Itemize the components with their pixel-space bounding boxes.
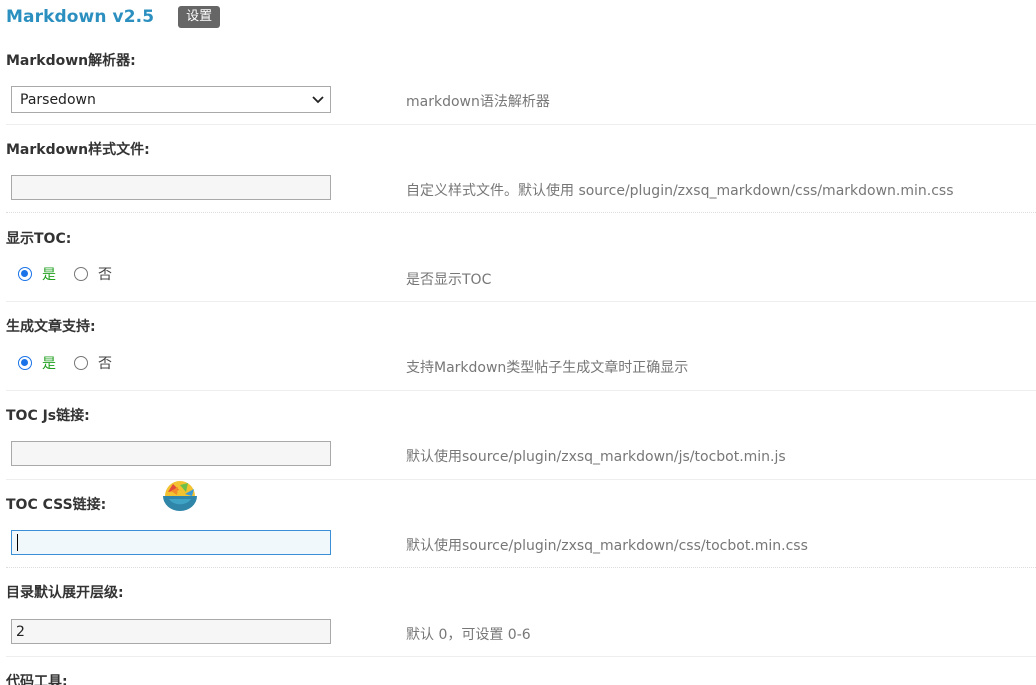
- divider: [6, 212, 1036, 213]
- toc-level-label: 目录默认展开层级:: [6, 585, 124, 601]
- show-toc-label: 显示TOC:: [6, 231, 72, 247]
- article-support-no-radio[interactable]: [74, 356, 88, 370]
- toc-css-help: 默认使用source/plugin/zxsq_markdown/css/tocb…: [406, 538, 808, 554]
- settings-badge[interactable]: 设置: [178, 6, 221, 28]
- text-caret: [17, 534, 18, 551]
- toc-css-input[interactable]: [11, 530, 331, 555]
- article-support-yes-label[interactable]: 是: [42, 353, 56, 373]
- parser-label: Markdown解析器:: [6, 53, 136, 69]
- parser-help: markdown语法解析器: [406, 94, 550, 110]
- page-header: Markdown v2.5 设置: [6, 4, 221, 30]
- toc-level-help: 默认 0，可设置 0-6: [406, 627, 531, 643]
- chevron-down-icon: [306, 87, 330, 112]
- toc-js-help: 默认使用source/plugin/zxsq_markdown/js/tocbo…: [406, 449, 786, 465]
- code-tools-label: 代码工具:: [6, 674, 68, 685]
- divider: [6, 390, 1036, 391]
- toc-level-value: 2: [16, 623, 25, 640]
- divider: [6, 656, 1036, 657]
- toc-level-input[interactable]: 2: [11, 619, 331, 644]
- divider: [6, 124, 1036, 125]
- page-title: Markdown v2.5: [6, 7, 155, 27]
- parser-select[interactable]: Parsedown: [11, 86, 331, 113]
- article-support-radio-group: 是 否: [18, 353, 112, 373]
- article-support-label: 生成文章支持:: [6, 319, 96, 335]
- show-toc-yes-label[interactable]: 是: [42, 264, 56, 284]
- show-toc-no-radio[interactable]: [74, 267, 88, 281]
- divider: [6, 301, 1036, 302]
- show-toc-no-label[interactable]: 否: [98, 264, 112, 284]
- article-support-help: 支持Markdown类型帖子生成文章时正确显示: [406, 360, 689, 376]
- divider: [6, 567, 1036, 568]
- article-support-no-label[interactable]: 否: [98, 353, 112, 373]
- parser-selected-value: Parsedown: [20, 91, 96, 108]
- style-file-help: 自定义样式文件。默认使用 source/plugin/zxsq_markdown…: [406, 183, 954, 199]
- show-toc-yes-radio[interactable]: [18, 267, 32, 281]
- show-toc-radio-group: 是 否: [18, 264, 112, 284]
- style-file-label: Markdown样式文件:: [6, 142, 150, 158]
- colorful-bowl-icon: [161, 478, 199, 516]
- article-support-yes-radio[interactable]: [18, 356, 32, 370]
- style-file-input[interactable]: [11, 175, 331, 200]
- show-toc-help: 是否显示TOC: [406, 272, 492, 288]
- toc-css-label: TOC CSS链接:: [6, 497, 107, 513]
- toc-js-label: TOC Js链接:: [6, 408, 90, 424]
- toc-js-input[interactable]: [11, 441, 331, 466]
